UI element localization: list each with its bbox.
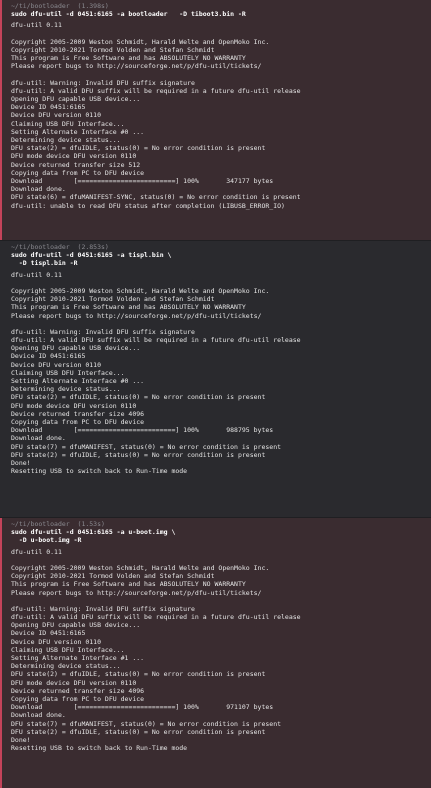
output-line: Device returned transfer size 4096 — [11, 686, 145, 695]
output-line: Opening DFU capable USB device... — [11, 95, 141, 104]
output-line: dfu-util: A valid DFU suffix will be req… — [11, 613, 301, 622]
cwd: ~/ti/bootloader — [11, 520, 70, 528]
output-line: Opening DFU capable USB device... — [11, 621, 141, 630]
command-output: dfu-util 0.11 Copyright 2005-2009 Weston … — [11, 548, 431, 753]
output-line: Copying data from PC to DFU device — [11, 694, 145, 703]
output-line: Device ID 0451:6165 — [11, 629, 86, 638]
output-line: dfu-util: Warning: Invalid DFU suffix si… — [11, 78, 195, 87]
output-line: Copyright 2005-2009 Weston Schmidt, Hara… — [11, 563, 270, 572]
output-line: Download done. — [11, 185, 66, 194]
output-line: Please report bugs to http://sourceforge… — [11, 62, 262, 71]
output-line: DFU state(2) = dfuIDLE, status(0) = No e… — [11, 450, 266, 459]
output-line: DFU state(6) = dfuMANIFEST-SYNC, status(… — [11, 193, 301, 202]
output-line: Copyright 2005-2009 Weston Schmidt, Hara… — [11, 286, 270, 295]
output-line: Claiming USB DFU Interface... — [11, 368, 125, 377]
output-line: Done! — [11, 458, 31, 467]
duration: (1.53s) — [77, 520, 105, 528]
output-line: DFU mode device DFU version 0110 — [11, 678, 137, 687]
output-line: Device DFU version 0110 — [11, 360, 102, 369]
output-line: Copying data from PC to DFU device — [11, 168, 145, 177]
command-text[interactable]: sudo dfu-util -d 0451:6165 -a bootloader… — [11, 10, 431, 18]
output-line: This program is Free Software and has AB… — [11, 580, 246, 589]
output-line: Download done. — [11, 434, 66, 443]
output-line: Setting Alternate Interface #0 ... — [11, 127, 145, 136]
command-line: sudo dfu-util -d 0451:6165 -a bootloader… — [11, 10, 246, 19]
output-line: dfu-util: Warning: Invalid DFU suffix si… — [11, 604, 195, 613]
output-line: Copyright 2010-2021 Tormod Volden and St… — [11, 572, 215, 581]
output-line: Device ID 0451:6165 — [11, 103, 86, 112]
command-output: dfu-util 0.11 Copyright 2005-2009 Weston … — [11, 271, 431, 476]
command-line: -D tispl.bin -R — [11, 259, 78, 268]
output-line: Device ID 0451:6165 — [11, 352, 86, 361]
prompt-line: ~/ti/bootloader (2.853s) — [11, 243, 431, 251]
output-line: DFU state(2) = dfuIDLE, status(0) = No e… — [11, 727, 266, 736]
prompt-line: ~/ti/bootloader (1.53s) — [11, 520, 431, 528]
output-line: DFU state(7) = dfuMANIFEST, status(0) = … — [11, 442, 282, 451]
output-line: Claiming USB DFU Interface... — [11, 119, 125, 128]
output-line: dfu-util: A valid DFU suffix will be req… — [11, 336, 301, 345]
output-line: Download [=========================] 100… — [11, 426, 274, 435]
duration: (2.853s) — [77, 243, 109, 251]
output-line: Copying data from PC to DFU device — [11, 417, 145, 426]
output-line: This program is Free Software and has AB… — [11, 303, 246, 312]
output-line: Resetting USB to switch back to Run-Time… — [11, 744, 188, 753]
output-line: Download [=========================] 100… — [11, 176, 274, 185]
output-line: Determining device status... — [11, 662, 121, 671]
output-line: Resetting USB to switch back to Run-Time… — [11, 467, 188, 476]
command-line: sudo dfu-util -d 0451:6165 -a u-boot.img… — [11, 528, 176, 537]
output-line: Device DFU version 0110 — [11, 111, 102, 120]
duration: (1.398s) — [77, 2, 109, 10]
output-line: Claiming USB DFU Interface... — [11, 645, 125, 654]
command-line: -D u-boot.img -R — [11, 536, 82, 545]
output-line: DFU state(2) = dfuIDLE, status(0) = No e… — [11, 144, 266, 153]
output-line: dfu-util 0.11 — [11, 21, 62, 30]
output-line: Device DFU version 0110 — [11, 637, 102, 646]
output-line: Copyright 2005-2009 Weston Schmidt, Hara… — [11, 37, 270, 46]
output-line: DFU state(7) = dfuMANIFEST, status(0) = … — [11, 719, 282, 728]
output-line: Opening DFU capable USB device... — [11, 344, 141, 353]
output-line: Setting Alternate Interface #1 ... — [11, 654, 145, 662]
output-line: Setting Alternate Interface #0 ... — [11, 377, 145, 385]
cwd: ~/ti/bootloader — [11, 2, 70, 10]
output-line: Device returned transfer size 512 — [11, 160, 141, 169]
output-line: Determining device status... — [11, 385, 121, 394]
output-line: Download done. — [11, 711, 66, 720]
cwd: ~/ti/bootloader — [11, 243, 70, 251]
command-output: dfu-util 0.11 Copyright 2005-2009 Weston … — [11, 21, 431, 209]
output-line: DFU state(2) = dfuIDLE, status(0) = No e… — [11, 393, 266, 402]
output-line: dfu-util 0.11 — [11, 270, 62, 279]
command-block-tispl: ~/ti/bootloader (2.853s) sudo dfu-util -… — [0, 241, 431, 517]
output-line: DFU mode device DFU version 0110 — [11, 152, 137, 161]
output-line: dfu-util: A valid DFU suffix will be req… — [11, 86, 301, 95]
command-text[interactable]: sudo dfu-util -d 0451:6165 -a tispl.bin … — [11, 251, 431, 267]
output-line: dfu-util: Warning: Invalid DFU suffix si… — [11, 327, 195, 336]
output-line: Please report bugs to http://sourceforge… — [11, 311, 262, 320]
output-line: Copyright 2010-2021 Tormod Volden and St… — [11, 295, 215, 304]
output-line: Done! — [11, 735, 31, 744]
output-line: Download [=========================] 100… — [11, 703, 274, 712]
output-line: DFU state(2) = dfuIDLE, status(0) = No e… — [11, 670, 266, 679]
output-line: DFU mode device DFU version 0110 — [11, 401, 137, 410]
prompt-line: ~/ti/bootloader (1.398s) — [11, 2, 431, 10]
output-line: dfu-util 0.11 — [11, 547, 62, 556]
command-block-tiboot3: ~/ti/bootloader (1.398s) sudo dfu-util -… — [0, 0, 431, 240]
output-line: Determining device status... — [11, 136, 121, 144]
output-line: Please report bugs to http://sourceforge… — [11, 588, 262, 597]
command-block-uboot: ~/ti/bootloader (1.53s) sudo dfu-util -d… — [0, 518, 431, 788]
output-line: This program is Free Software and has AB… — [11, 54, 246, 63]
output-line: dfu-util: unable to read DFU status afte… — [11, 201, 285, 210]
output-line: Device returned transfer size 4096 — [11, 409, 145, 418]
output-line: Copyright 2010-2021 Tormod Volden and St… — [11, 45, 215, 54]
command-line: sudo dfu-util -d 0451:6165 -a tispl.bin … — [11, 251, 172, 260]
command-text[interactable]: sudo dfu-util -d 0451:6165 -a u-boot.img… — [11, 528, 431, 544]
